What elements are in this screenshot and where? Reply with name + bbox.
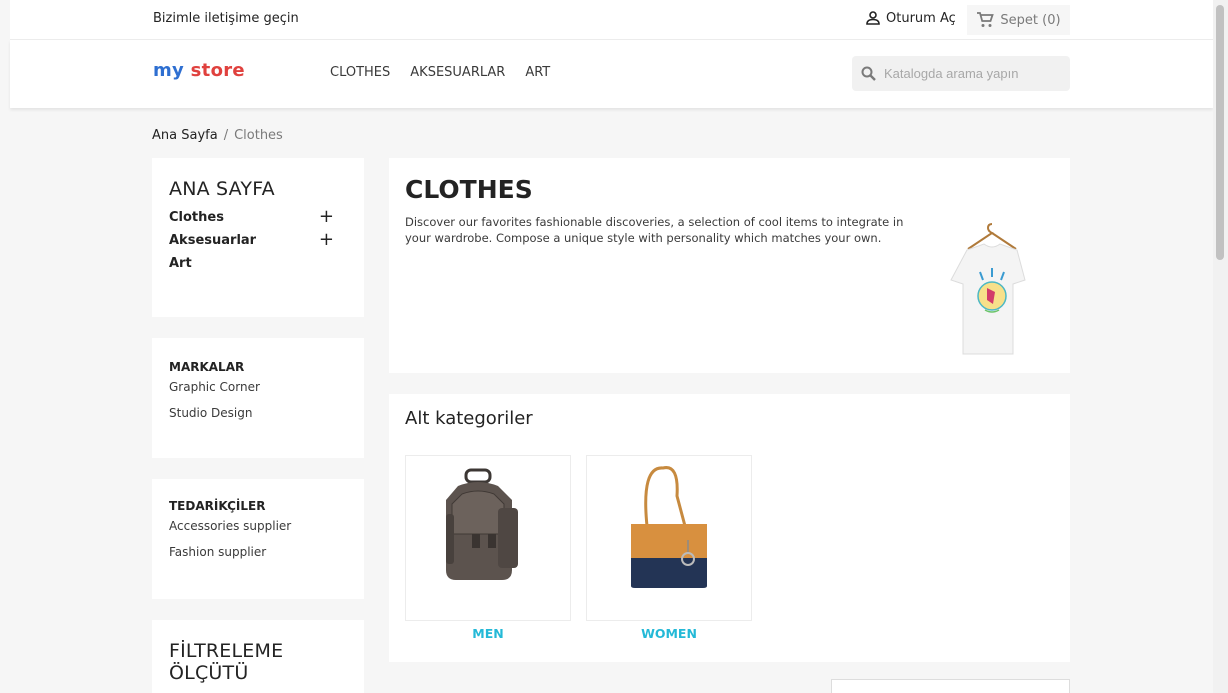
- category-header: CLOTHES Discover our favorites fashionab…: [389, 158, 1070, 373]
- sort-dropdown[interactable]: [831, 679, 1070, 693]
- suppliers-panel: TEDARİKÇİLER Accessories supplier Fashio…: [152, 479, 364, 599]
- category-title: CLOTHES: [405, 175, 533, 204]
- top-bar: Bizimle iletişime geçin Oturum Aç Sepet …: [10, 0, 1213, 40]
- nav-accessories[interactable]: AKSESUARLAR: [410, 65, 505, 80]
- subcategory-women-link[interactable]: WOMEN: [586, 626, 752, 641]
- handbag-icon: [631, 466, 707, 588]
- subcategory-men-link[interactable]: MEN: [405, 626, 571, 641]
- brand-link[interactable]: Studio Design: [169, 406, 347, 432]
- nav-art[interactable]: ART: [525, 65, 550, 80]
- breadcrumb: Ana Sayfa / Clothes: [152, 128, 283, 143]
- category-label: Clothes: [169, 210, 224, 225]
- brands-title[interactable]: MARKALAR: [169, 360, 347, 374]
- subcategory-men-image[interactable]: [405, 455, 571, 621]
- tshirt-image: [950, 223, 1026, 355]
- brands-panel: MARKALAR Graphic Corner Studio Design: [152, 338, 364, 458]
- contact-link[interactable]: Bizimle iletişime geçin: [153, 11, 299, 26]
- user-icon: [866, 11, 880, 25]
- category-tree: ANA SAYFA Clothes + Aksesuarlar + Art: [152, 158, 364, 317]
- subcategories-title: Alt kategoriler: [405, 408, 533, 429]
- logo-store: store: [190, 60, 245, 81]
- cart-button[interactable]: Sepet (0): [967, 5, 1070, 35]
- filter-title: FİLTRELEME ÖLÇÜTÜ: [169, 640, 284, 684]
- header: my store CLOTHES AKSESUARLAR ART: [10, 40, 1213, 108]
- brand-link[interactable]: Graphic Corner: [169, 380, 347, 406]
- category-label: Aksesuarlar: [169, 233, 257, 248]
- category-label: Art: [169, 256, 192, 271]
- cart-icon: [977, 12, 995, 27]
- filter-panel: FİLTRELEME ÖLÇÜTÜ: [152, 620, 364, 693]
- signin-link[interactable]: Oturum Aç: [865, 10, 956, 26]
- category-item-clothes[interactable]: Clothes +: [169, 208, 334, 233]
- scrollbar-thumb[interactable]: [1216, 5, 1224, 260]
- supplier-link[interactable]: Accessories supplier: [169, 519, 347, 545]
- expand-icon[interactable]: +: [319, 231, 334, 256]
- store-logo[interactable]: my store: [153, 60, 245, 81]
- cart-label: Sepet (0): [1000, 12, 1061, 28]
- breadcrumb-current: Clothes: [234, 128, 283, 143]
- category-item-art[interactable]: Art: [169, 256, 334, 279]
- breadcrumb-home[interactable]: Ana Sayfa: [152, 128, 218, 143]
- supplier-link[interactable]: Fashion supplier: [169, 545, 347, 571]
- suppliers-title[interactable]: TEDARİKÇİLER: [169, 499, 347, 513]
- search-input[interactable]: [884, 66, 1054, 81]
- subcategory-women-image[interactable]: [586, 455, 752, 621]
- breadcrumb-separator: /: [223, 128, 229, 143]
- backpack-icon: [446, 468, 518, 580]
- main-nav: CLOTHES AKSESUARLAR ART: [330, 65, 550, 80]
- logo-my: my: [153, 60, 185, 81]
- subcategories-panel: Alt kategoriler MEN WOMEN: [389, 394, 1070, 662]
- category-item-accessories[interactable]: Aksesuarlar +: [169, 231, 334, 256]
- search-box: [852, 56, 1070, 91]
- category-description: Discover our favorites fashionable disco…: [405, 215, 904, 245]
- nav-clothes[interactable]: CLOTHES: [330, 65, 390, 80]
- category-tree-title[interactable]: ANA SAYFA: [169, 178, 347, 200]
- search-icon[interactable]: [861, 66, 876, 81]
- signin-label: Oturum Aç: [886, 10, 956, 26]
